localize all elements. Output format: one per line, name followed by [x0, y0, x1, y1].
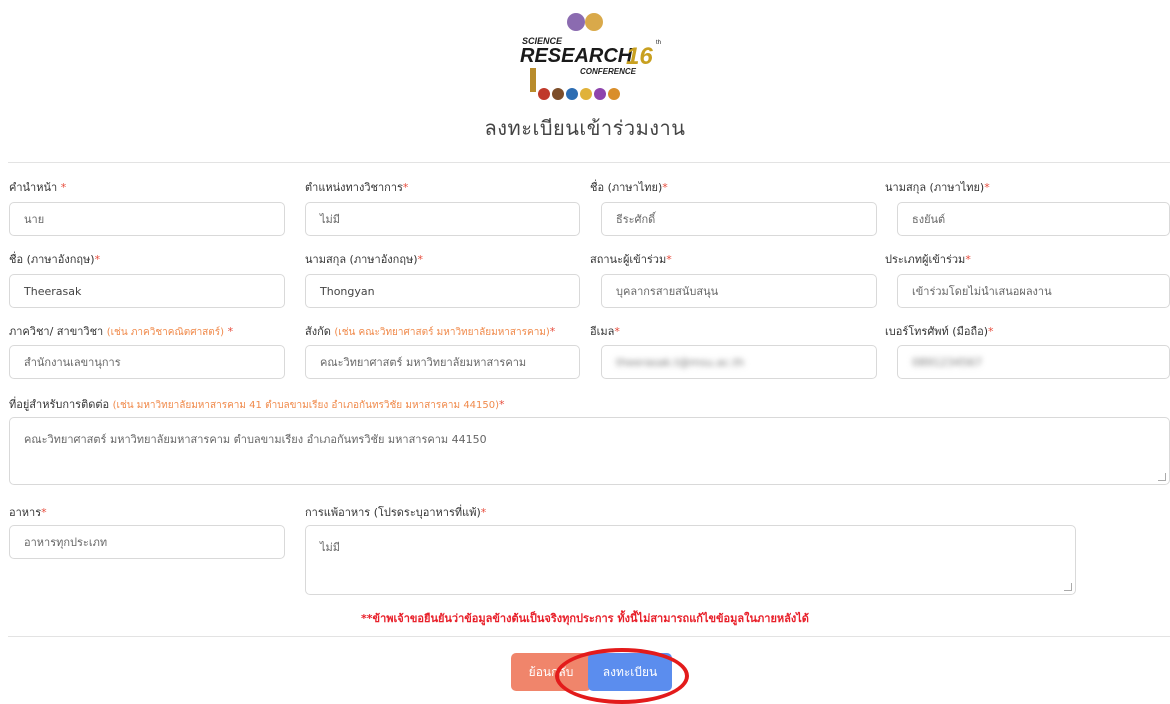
logo-text-sup: th	[656, 40, 661, 46]
address-label: ที่อยู่สำหรับการติดต่อ (เช่น มหาวิทยาลัย…	[9, 398, 505, 411]
last-name-th-label: นามสกุล (ภาษาไทย)*	[885, 181, 990, 194]
logo-pillar-icon	[530, 68, 536, 92]
phone-value: 0891234567	[912, 355, 982, 369]
participant-type-field[interactable]: เข้าร่วมโดยไม่นำเสนอผลงาน	[897, 274, 1170, 308]
food-label: อาหาร*	[9, 506, 47, 519]
allergy-label: การแพ้อาหาร (โปรดระบุอาหารที่แพ้)*	[305, 506, 487, 519]
academic-position-value: ไม่มี	[320, 213, 341, 226]
participant-status-label: สถานะผู้เข้าร่วม*	[590, 253, 672, 266]
participant-status-value: บุคลากรสายสนับสนุน	[616, 285, 719, 298]
phone-label: เบอร์โทรศัพท์ (มือถือ)*	[885, 325, 994, 338]
department-label: ภาควิชา/ สาขาวิชา (เช่น ภาควิชาคณิตศาสตร…	[9, 325, 234, 338]
prefix-value: นาย	[24, 213, 45, 226]
logo-text-conference: CONFERENCE	[580, 67, 637, 76]
logo-badge-icon	[594, 88, 606, 100]
resize-handle-icon[interactable]	[1158, 473, 1166, 481]
first-name-en-value: Theerasak	[24, 284, 82, 298]
logo-badge-icon	[552, 88, 564, 100]
email-field[interactable]: theerasak.t@msu.ac.th	[601, 345, 877, 379]
allergy-value: ไม่มี	[320, 541, 341, 554]
first-name-en-field[interactable]: Theerasak	[9, 274, 285, 308]
logo-seal-icon	[567, 13, 585, 31]
first-name-th-label: ชื่อ (ภาษาไทย)*	[590, 181, 668, 194]
food-field[interactable]: อาหารทุกประเภท	[9, 525, 285, 559]
affiliation-value: คณะวิทยาศาสตร์ มหาวิทยาลัยมหาสารคาม	[320, 356, 527, 369]
affiliation-field[interactable]: คณะวิทยาศาสตร์ มหาวิทยาลัยมหาสารคาม	[305, 345, 580, 379]
department-value: สำนักงานเลขานุการ	[24, 356, 121, 369]
logo-text-edition: 16	[626, 43, 653, 70]
resize-handle-icon[interactable]	[1064, 583, 1072, 591]
affiliation-label: สังกัด (เช่น คณะวิทยาศาสตร์ มหาวิทยาลัยม…	[305, 325, 556, 338]
last-name-en-field[interactable]: Thongyan	[305, 274, 580, 308]
prefix-label: คำนำหน้า *	[9, 181, 67, 194]
last-name-en-label: นามสกุล (ภาษาอังกฤษ)*	[305, 253, 424, 266]
address-textarea[interactable]: คณะวิทยาศาสตร์ มหาวิทยาลัยมหาสารคาม ตำบล…	[9, 417, 1170, 485]
logo-text-research: RESEARCH	[520, 45, 633, 67]
email-label: อีเมล*	[590, 325, 620, 338]
participant-type-value: เข้าร่วมโดยไม่นำเสนอผลงาน	[912, 285, 1052, 298]
allergy-textarea[interactable]: ไม่มี	[305, 525, 1076, 595]
logo-badge-icon	[580, 88, 592, 100]
first-name-en-label: ชื่อ (ภาษาอังกฤษ)*	[9, 253, 101, 266]
academic-position-field[interactable]: ไม่มี	[305, 202, 580, 236]
top-divider	[8, 162, 1170, 163]
participant-status-field[interactable]: บุคลากรสายสนับสนุน	[601, 274, 877, 308]
logo-badge-icon	[538, 88, 550, 100]
prefix-field[interactable]: นาย	[9, 202, 285, 236]
highlight-circle	[555, 648, 689, 704]
academic-position-label: ตำแหน่งทางวิชาการ*	[305, 181, 409, 194]
email-value: theerasak.t@msu.ac.th	[616, 355, 745, 369]
last-name-th-field[interactable]: ธงยันต์	[897, 202, 1170, 236]
department-field[interactable]: สำนักงานเลขานุการ	[9, 345, 285, 379]
phone-field[interactable]: 0891234567	[897, 345, 1170, 379]
food-value: อาหารทุกประเภท	[24, 536, 108, 549]
logo-badge-icon	[608, 88, 620, 100]
first-name-th-field[interactable]: ธีระศักดิ์	[601, 202, 877, 236]
participant-type-label: ประเภทผู้เข้าร่วม*	[885, 253, 971, 266]
confirm-notice: **ข้าพเจ้าขอยืนยันว่าข้อมูลข้างต้นเป็นจร…	[361, 612, 809, 625]
conference-logo: SCIENCE RESEARCH 16 th CONFERENCE	[520, 13, 661, 100]
last-name-en-value: Thongyan	[320, 284, 375, 298]
bottom-divider	[8, 636, 1170, 637]
last-name-th-value: ธงยันต์	[912, 213, 946, 226]
address-value: คณะวิทยาศาสตร์ มหาวิทยาลัยมหาสารคาม ตำบล…	[24, 433, 487, 446]
logo-emblem-icon	[585, 13, 603, 31]
first-name-th-value: ธีระศักดิ์	[616, 213, 656, 226]
page-title: ลงทะเบียนเข้าร่วมงาน	[484, 116, 686, 140]
logo-badge-icon	[566, 88, 578, 100]
